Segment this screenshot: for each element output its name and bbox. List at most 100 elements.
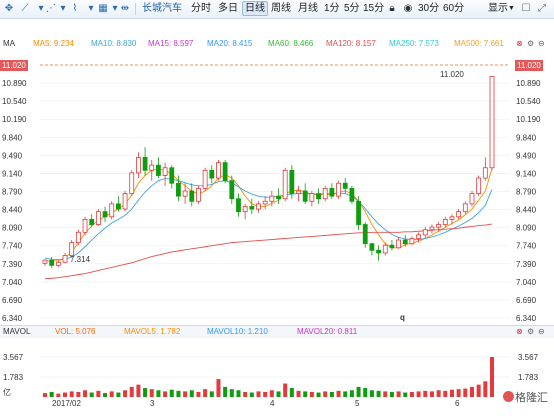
candle-body: [336, 182, 341, 197]
watermark-logo-icon: [503, 391, 514, 402]
candle-body: [122, 193, 128, 210]
eye-icon[interactable]: ◉: [401, 2, 415, 15]
price-axis-left: 10.890 10.540 10.190 9.840 9.490 9.140 8.790 8.…: [2, 79, 27, 322]
price-tick: 6.340: [2, 314, 23, 322]
candle-body: [316, 193, 321, 200]
volume-bar: [76, 391, 81, 397]
minus-icon[interactable]: ⊖: [538, 327, 545, 336]
price-tick: 10.890: [516, 79, 541, 88]
candle-body: [482, 167, 488, 179]
volume-bar: [129, 386, 134, 397]
close-icon[interactable]: ⊗: [516, 327, 523, 336]
tab-monthly[interactable]: 月线: [298, 1, 318, 16]
volume-bar: [456, 389, 461, 397]
candle-body: [136, 157, 141, 174]
price-tick: 8.440: [2, 206, 23, 215]
candle-body: [89, 218, 95, 225]
candle-body: [329, 188, 335, 197]
tab-60min[interactable]: 60分: [443, 1, 464, 16]
candle-body: [115, 203, 121, 210]
volume-bar: [169, 389, 174, 397]
draw-line-icon[interactable]: ⟋: [18, 2, 32, 15]
watermark: 格隆汇: [503, 389, 548, 405]
ma500-value: MA500: 7.661: [454, 39, 504, 48]
candle-body: [102, 211, 108, 218]
price-tick: 9.840: [516, 133, 537, 142]
candle-body: [456, 211, 462, 218]
min-price-label: 7.314: [70, 255, 91, 264]
candle-body: [236, 198, 241, 213]
volume-bar: [89, 392, 94, 397]
price-tick: 7.740: [2, 242, 23, 251]
expand-icon[interactable]: ⇹: [118, 2, 132, 15]
volume-bar: [96, 390, 101, 397]
minus-icon[interactable]: ⊖: [538, 37, 545, 50]
volume-bar: [269, 390, 274, 397]
volume-bar: [309, 391, 314, 397]
price-tick: 7.740: [516, 242, 537, 251]
tab-weekly[interactable]: 周线: [271, 1, 291, 16]
volume-bar: [436, 390, 441, 397]
candle-body: [62, 255, 68, 263]
volume-bar: [376, 390, 381, 397]
volume-bar: [403, 392, 408, 397]
volume-bar: [336, 390, 341, 397]
volume-bar: [229, 389, 234, 397]
gear-icon[interactable]: ⚙: [527, 37, 534, 50]
lock-icon[interactable]: 🔒︎: [385, 2, 399, 15]
tab-daily[interactable]: 日线: [242, 1, 268, 16]
mavol5-value: MAVOL5: 1.782: [124, 327, 181, 336]
volume-bar: [476, 384, 481, 397]
ma10-value: MA10: 8.830: [91, 39, 137, 48]
price-tick: 9.490: [2, 151, 23, 160]
gear-icon[interactable]: ⚙: [527, 327, 534, 336]
vol-tick-left-1: 3.567: [3, 353, 24, 362]
square-icon[interactable]: ☐: [519, 2, 533, 15]
price-tick: 10.190: [2, 115, 27, 124]
candle-body: [142, 157, 148, 171]
candle-body: [356, 200, 361, 225]
tab-1min[interactable]: 1分: [324, 1, 340, 16]
volume-bar: [136, 384, 141, 397]
volume-bar: [429, 391, 434, 397]
candle-body: [222, 162, 228, 182]
display-menu[interactable]: 显示: [488, 1, 508, 16]
volume-bar: [183, 391, 188, 397]
volume-bar: [196, 391, 201, 397]
volume-bar: [109, 391, 114, 397]
price-tick: 8.090: [2, 224, 23, 233]
candle-body: [75, 231, 81, 244]
maximize-icon[interactable]: ⤢: [535, 2, 549, 15]
chevron-down-icon[interactable]: ▼: [508, 1, 515, 16]
ma5-value: MA5: 9.234: [33, 39, 74, 48]
candle-body: [95, 211, 101, 225]
candle-body: [489, 75, 495, 169]
candle-body: [396, 239, 401, 249]
price-tick: 8.440: [516, 206, 537, 215]
tab-multi-day[interactable]: 多日: [218, 1, 238, 16]
volume-bar: [143, 388, 148, 397]
stock-name[interactable]: 长城汽车: [142, 1, 182, 16]
candle-body: [476, 177, 482, 194]
close-icon[interactable]: ⊗: [516, 37, 523, 50]
candle-body: [342, 182, 348, 189]
candle-body: [216, 162, 221, 179]
volume-bar: [396, 391, 401, 397]
volume-bar: [69, 391, 74, 397]
candle-body: [109, 203, 115, 218]
tab-5min[interactable]: 5分: [344, 1, 360, 16]
candle-body: [42, 259, 48, 264]
candles: [42, 75, 495, 268]
tab-30min[interactable]: 30分: [418, 1, 439, 16]
q-marker: q: [400, 313, 405, 322]
price-chart[interactable]: 10.890 10.540 10.190 9.840 9.490 9.140 8.790 8.…: [0, 50, 554, 322]
volume-bar: [223, 386, 228, 397]
volume-bar: [156, 390, 161, 397]
zigzag-icon[interactable]: ⌇: [68, 2, 82, 15]
price-grid: [40, 82, 510, 319]
tab-15min[interactable]: 15分: [363, 1, 384, 16]
price-tick: 10.540: [2, 97, 27, 106]
volume-bar: [483, 381, 488, 397]
tab-intraday[interactable]: 分时: [191, 1, 211, 16]
crosshair-move-icon[interactable]: ✥: [2, 2, 16, 15]
